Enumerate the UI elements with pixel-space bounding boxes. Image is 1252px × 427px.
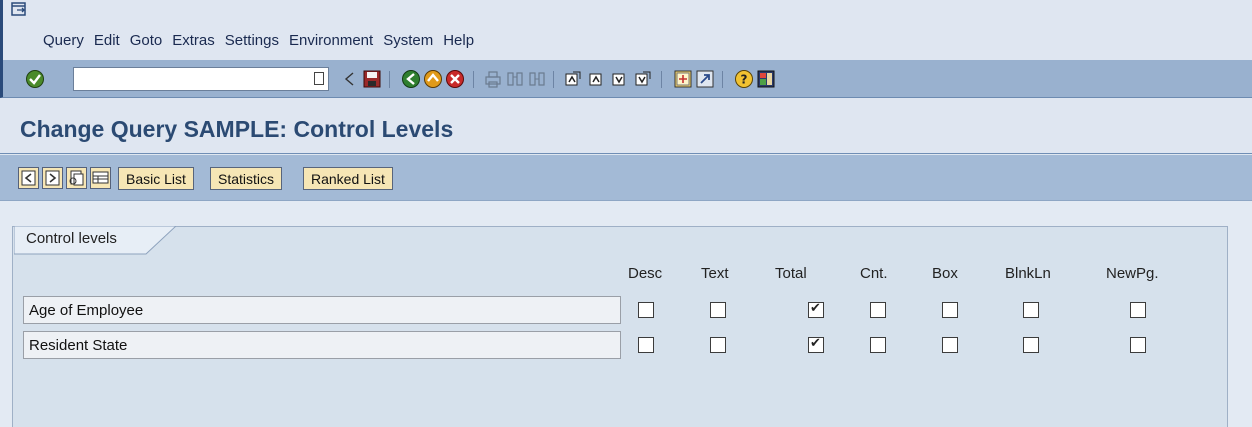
menu-environment[interactable]: Environment xyxy=(289,32,373,49)
checkbox-cnt[interactable] xyxy=(870,337,886,353)
next-screen-button[interactable] xyxy=(42,167,63,189)
toolbar-separator xyxy=(389,71,390,88)
row-label-age-of-employee: Age of Employee xyxy=(23,296,621,324)
basic-list-button[interactable]: Basic List xyxy=(118,167,194,190)
next-page-icon[interactable] xyxy=(610,69,630,89)
col-text: Text xyxy=(701,265,729,282)
checkbox-box[interactable] xyxy=(942,337,958,353)
checkbox-text[interactable] xyxy=(710,302,726,318)
col-box: Box xyxy=(932,265,958,282)
create-session-icon[interactable] xyxy=(673,69,693,89)
cancel-icon[interactable] xyxy=(445,69,465,89)
application-toolbar: Basic List Statistics Ranked List xyxy=(0,155,1252,201)
layout-menu-icon[interactable] xyxy=(756,69,776,89)
col-total: Total xyxy=(775,265,807,282)
toolbar-separator xyxy=(553,71,554,88)
title-bar: Change Query SAMPLE: Control Levels xyxy=(0,98,1252,154)
menu-edit[interactable]: Edit xyxy=(94,32,120,49)
save-icon[interactable] xyxy=(362,69,382,89)
panel-tab-label: Control levels xyxy=(26,230,117,247)
previous-screen-icon xyxy=(21,170,36,186)
checkbox-cnt[interactable] xyxy=(870,302,886,318)
next-screen-icon xyxy=(45,170,60,186)
standard-toolbar: ? xyxy=(0,60,1252,98)
menu-bar: Query Edit Goto Extras Settings Environm… xyxy=(0,0,1252,60)
toolbar-separator xyxy=(661,71,662,88)
find-next-icon[interactable] xyxy=(527,69,547,89)
checkbox-blnkln[interactable] xyxy=(1023,337,1039,353)
ranked-list-button[interactable]: Ranked List xyxy=(303,167,393,190)
previous-screen-button[interactable] xyxy=(18,167,39,189)
last-page-icon[interactable] xyxy=(633,69,653,89)
checkbox-total[interactable] xyxy=(808,301,824,318)
col-desc: Desc xyxy=(628,265,663,282)
col-cnt: Cnt. xyxy=(860,265,888,282)
svg-text:?: ? xyxy=(741,73,748,87)
find-icon[interactable] xyxy=(505,69,525,89)
back-icon[interactable] xyxy=(401,69,421,89)
previous-page-icon[interactable] xyxy=(587,69,607,89)
output-preview-icon xyxy=(69,170,84,186)
first-page-icon[interactable] xyxy=(563,69,583,89)
checkbox-newpg[interactable] xyxy=(1130,337,1146,353)
page-title: Change Query SAMPLE: Control Levels xyxy=(20,116,454,142)
col-blnkln: BlnkLn xyxy=(1005,265,1051,282)
shortcut-icon[interactable] xyxy=(695,69,715,89)
toolbar-separator xyxy=(722,71,723,88)
menu-extras[interactable]: Extras xyxy=(172,32,215,49)
exit-icon[interactable] xyxy=(423,69,443,89)
layout-icon xyxy=(92,171,109,184)
col-newpg: NewPg. xyxy=(1106,265,1159,282)
layout-button[interactable] xyxy=(90,167,111,189)
menu-list: Query Edit Goto Extras Settings Environm… xyxy=(43,32,484,49)
row-label-resident-state: Resident State xyxy=(23,331,621,359)
checkbox-newpg[interactable] xyxy=(1130,302,1146,318)
checkbox-desc[interactable] xyxy=(638,302,654,318)
menu-goto[interactable]: Goto xyxy=(130,32,163,49)
control-levels-panel xyxy=(12,226,1228,427)
output-preview-button[interactable] xyxy=(66,167,87,189)
menu-query[interactable]: Query xyxy=(43,32,84,49)
statistics-button[interactable]: Statistics xyxy=(210,167,283,190)
checkbox-desc[interactable] xyxy=(638,337,654,353)
menu-system[interactable]: System xyxy=(383,32,433,49)
enter-icon[interactable] xyxy=(25,69,45,89)
command-history-icon[interactable] xyxy=(314,72,324,85)
menu-settings[interactable]: Settings xyxy=(225,32,279,49)
back-triangle-icon[interactable] xyxy=(341,69,361,89)
menu-help[interactable]: Help xyxy=(443,32,474,49)
command-field[interactable] xyxy=(73,67,329,91)
checkbox-box[interactable] xyxy=(942,302,958,318)
checkbox-total[interactable] xyxy=(808,336,824,353)
help-icon[interactable]: ? xyxy=(734,69,754,89)
print-icon[interactable] xyxy=(483,69,503,89)
system-menu-icon[interactable] xyxy=(11,2,27,18)
checkbox-text[interactable] xyxy=(710,337,726,353)
toolbar-separator xyxy=(473,71,474,88)
checkbox-blnkln[interactable] xyxy=(1023,302,1039,318)
